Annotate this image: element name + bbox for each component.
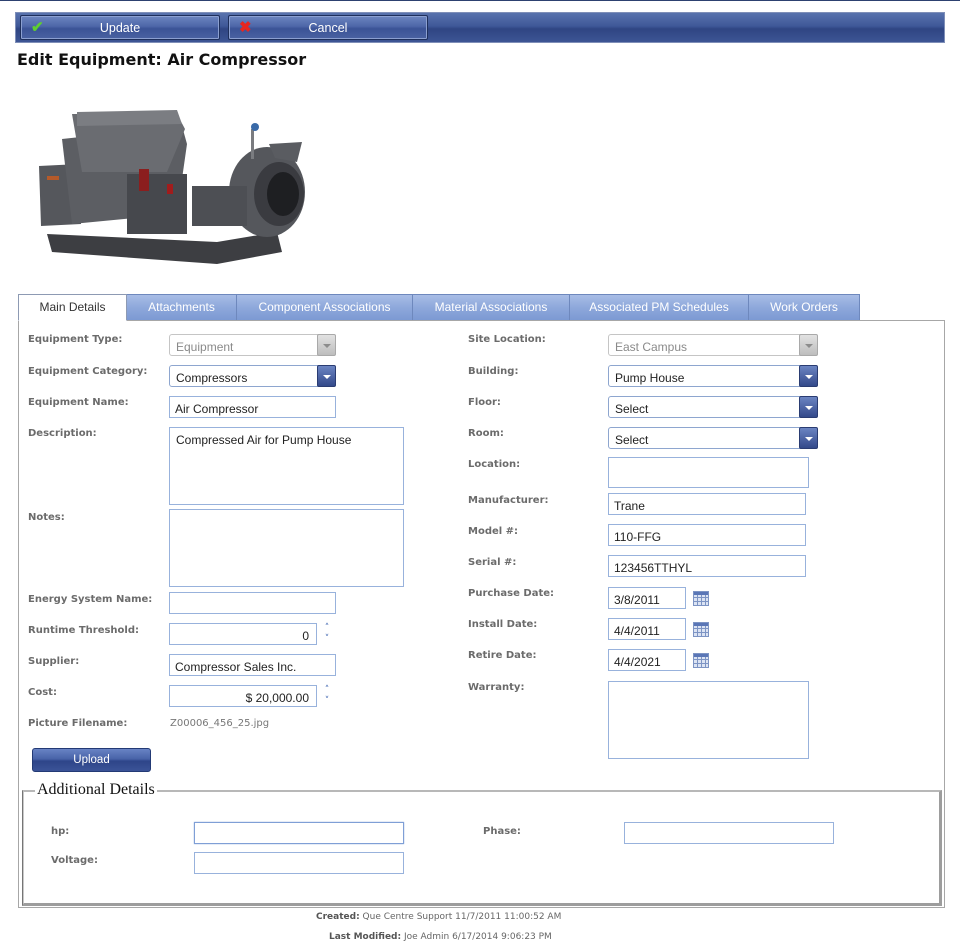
equipment-name-label: Equipment Name: bbox=[28, 397, 129, 408]
chevron-up-icon[interactable]: ˄ bbox=[322, 685, 332, 696]
top-border bbox=[0, 0, 960, 1]
tab-material-associations[interactable]: Material Associations bbox=[412, 294, 570, 320]
phase-label: Phase: bbox=[483, 826, 521, 837]
modified-info: Last Modified: Joe Admin 6/17/2014 9:06:… bbox=[329, 932, 552, 942]
retire-date-label: Retire Date: bbox=[468, 650, 537, 661]
location-label: Location: bbox=[468, 459, 521, 470]
voltage-input[interactable] bbox=[194, 852, 404, 874]
created-info: Created: Que Centre Support 11/7/2011 11… bbox=[316, 912, 561, 922]
page-title: Edit Equipment: Air Compressor bbox=[17, 50, 307, 69]
cancel-button-label: Cancel bbox=[308, 21, 348, 35]
calendar-icon[interactable] bbox=[693, 653, 709, 668]
chevron-down-icon[interactable]: ˅ bbox=[322, 634, 332, 645]
supplier-input[interactable]: Compressor Sales Inc. bbox=[169, 654, 336, 676]
update-button[interactable]: ✔ Update bbox=[20, 15, 220, 40]
chevron-down-icon bbox=[799, 365, 818, 387]
description-textarea[interactable]: Compressed Air for Pump House bbox=[169, 427, 404, 505]
action-toolbar: ✔ Update ✖ Cancel bbox=[15, 12, 945, 43]
cancel-button[interactable]: ✖ Cancel bbox=[228, 15, 428, 40]
equipment-category-label: Equipment Category: bbox=[28, 366, 148, 377]
runtime-threshold-input[interactable]: 0 bbox=[169, 623, 317, 645]
floor-value: Select bbox=[615, 402, 649, 416]
hp-label: hp: bbox=[51, 826, 70, 837]
chevron-down-icon bbox=[799, 427, 818, 449]
install-date-input[interactable]: 4/4/2011 bbox=[608, 618, 686, 640]
building-label: Building: bbox=[468, 366, 519, 377]
chevron-down-icon bbox=[317, 334, 336, 356]
tab-attachments[interactable]: Attachments bbox=[126, 294, 237, 320]
additional-details-legend: Additional Details bbox=[35, 781, 157, 799]
warranty-textarea[interactable] bbox=[608, 681, 809, 759]
equipment-type-label: Equipment Type: bbox=[28, 334, 123, 345]
tab-work-orders[interactable]: Work Orders bbox=[748, 294, 860, 320]
purchase-date-input[interactable]: 3/8/2011 bbox=[608, 587, 686, 609]
floor-select[interactable]: Select bbox=[608, 396, 818, 418]
chevron-down-icon bbox=[317, 365, 336, 387]
tab-main-details[interactable]: Main Details bbox=[18, 294, 127, 321]
hp-input[interactable] bbox=[194, 822, 404, 844]
energy-system-name-input[interactable] bbox=[169, 592, 336, 614]
building-value: Pump House bbox=[615, 371, 685, 385]
equipment-category-select[interactable]: Compressors bbox=[169, 365, 336, 387]
created-value: Que Centre Support 11/7/2011 11:00:52 AM bbox=[362, 912, 562, 922]
runtime-threshold-label: Runtime Threshold: bbox=[28, 625, 140, 636]
notes-textarea[interactable] bbox=[169, 509, 404, 587]
chevron-down-icon bbox=[799, 334, 818, 356]
equipment-photo bbox=[17, 84, 317, 279]
site-location-value: East Campus bbox=[615, 340, 688, 354]
purchase-date-label: Purchase Date: bbox=[468, 588, 555, 599]
update-button-label: Update bbox=[99, 21, 141, 35]
cost-label: Cost: bbox=[28, 687, 57, 698]
equipment-name-input[interactable]: Air Compressor bbox=[169, 396, 336, 418]
equipment-category-value: Compressors bbox=[176, 371, 248, 385]
modified-label: Last Modified: bbox=[329, 932, 402, 942]
calendar-icon[interactable] bbox=[693, 622, 709, 637]
model-label: Model #: bbox=[468, 526, 519, 537]
calendar-icon[interactable] bbox=[693, 591, 709, 606]
cost-input[interactable]: $ 20,000.00 bbox=[169, 685, 317, 707]
cost-spinner[interactable]: ˄ ˅ bbox=[322, 685, 332, 707]
picture-filename-value: Z00006_456_25.jpg bbox=[170, 718, 270, 729]
site-location-select[interactable]: East Campus bbox=[608, 334, 818, 356]
manufacturer-label: Manufacturer: bbox=[468, 495, 549, 506]
warranty-label: Warranty: bbox=[468, 682, 525, 693]
supplier-label: Supplier: bbox=[28, 656, 80, 667]
model-input[interactable]: 110-FFG bbox=[608, 524, 806, 546]
upload-button[interactable]: Upload bbox=[32, 748, 151, 772]
tab-associated-pm-schedules[interactable]: Associated PM Schedules bbox=[569, 294, 749, 320]
phase-input[interactable] bbox=[624, 822, 834, 844]
floor-label: Floor: bbox=[468, 397, 501, 408]
install-date-label: Install Date: bbox=[468, 619, 538, 630]
room-value: Select bbox=[615, 433, 649, 447]
serial-input[interactable]: 123456TTHYL bbox=[608, 555, 806, 577]
tab-component-associations[interactable]: Component Associations bbox=[236, 294, 413, 320]
runtime-threshold-spinner[interactable]: ˄ ˅ bbox=[322, 623, 332, 645]
manufacturer-input[interactable]: Trane bbox=[608, 493, 806, 515]
main-details-panel: Equipment Type: Equipment Equipment Cate… bbox=[18, 320, 945, 908]
retire-date-input[interactable]: 4/4/2021 bbox=[608, 649, 686, 671]
notes-label: Notes: bbox=[28, 512, 65, 523]
room-select[interactable]: Select bbox=[608, 427, 818, 449]
serial-label: Serial #: bbox=[468, 557, 517, 568]
picture-filename-label: Picture Filename: bbox=[28, 718, 128, 729]
equipment-type-value: Equipment bbox=[176, 340, 234, 354]
location-input[interactable] bbox=[608, 457, 809, 488]
room-label: Room: bbox=[468, 428, 504, 439]
equipment-type-select[interactable]: Equipment bbox=[169, 334, 336, 356]
chevron-down-icon bbox=[799, 396, 818, 418]
energy-system-name-label: Energy System Name: bbox=[28, 594, 153, 605]
site-location-label: Site Location: bbox=[468, 334, 546, 345]
building-select[interactable]: Pump House bbox=[608, 365, 818, 387]
description-label: Description: bbox=[28, 428, 97, 439]
additional-details-fieldset: Additional Details hp: Voltage: Phase: bbox=[22, 781, 942, 906]
created-label: Created: bbox=[316, 912, 360, 922]
chevron-up-icon[interactable]: ˄ bbox=[322, 623, 332, 634]
voltage-label: Voltage: bbox=[51, 855, 98, 866]
modified-value: Joe Admin 6/17/2014 9:06:23 PM bbox=[403, 932, 552, 942]
chevron-down-icon[interactable]: ˅ bbox=[322, 696, 332, 707]
